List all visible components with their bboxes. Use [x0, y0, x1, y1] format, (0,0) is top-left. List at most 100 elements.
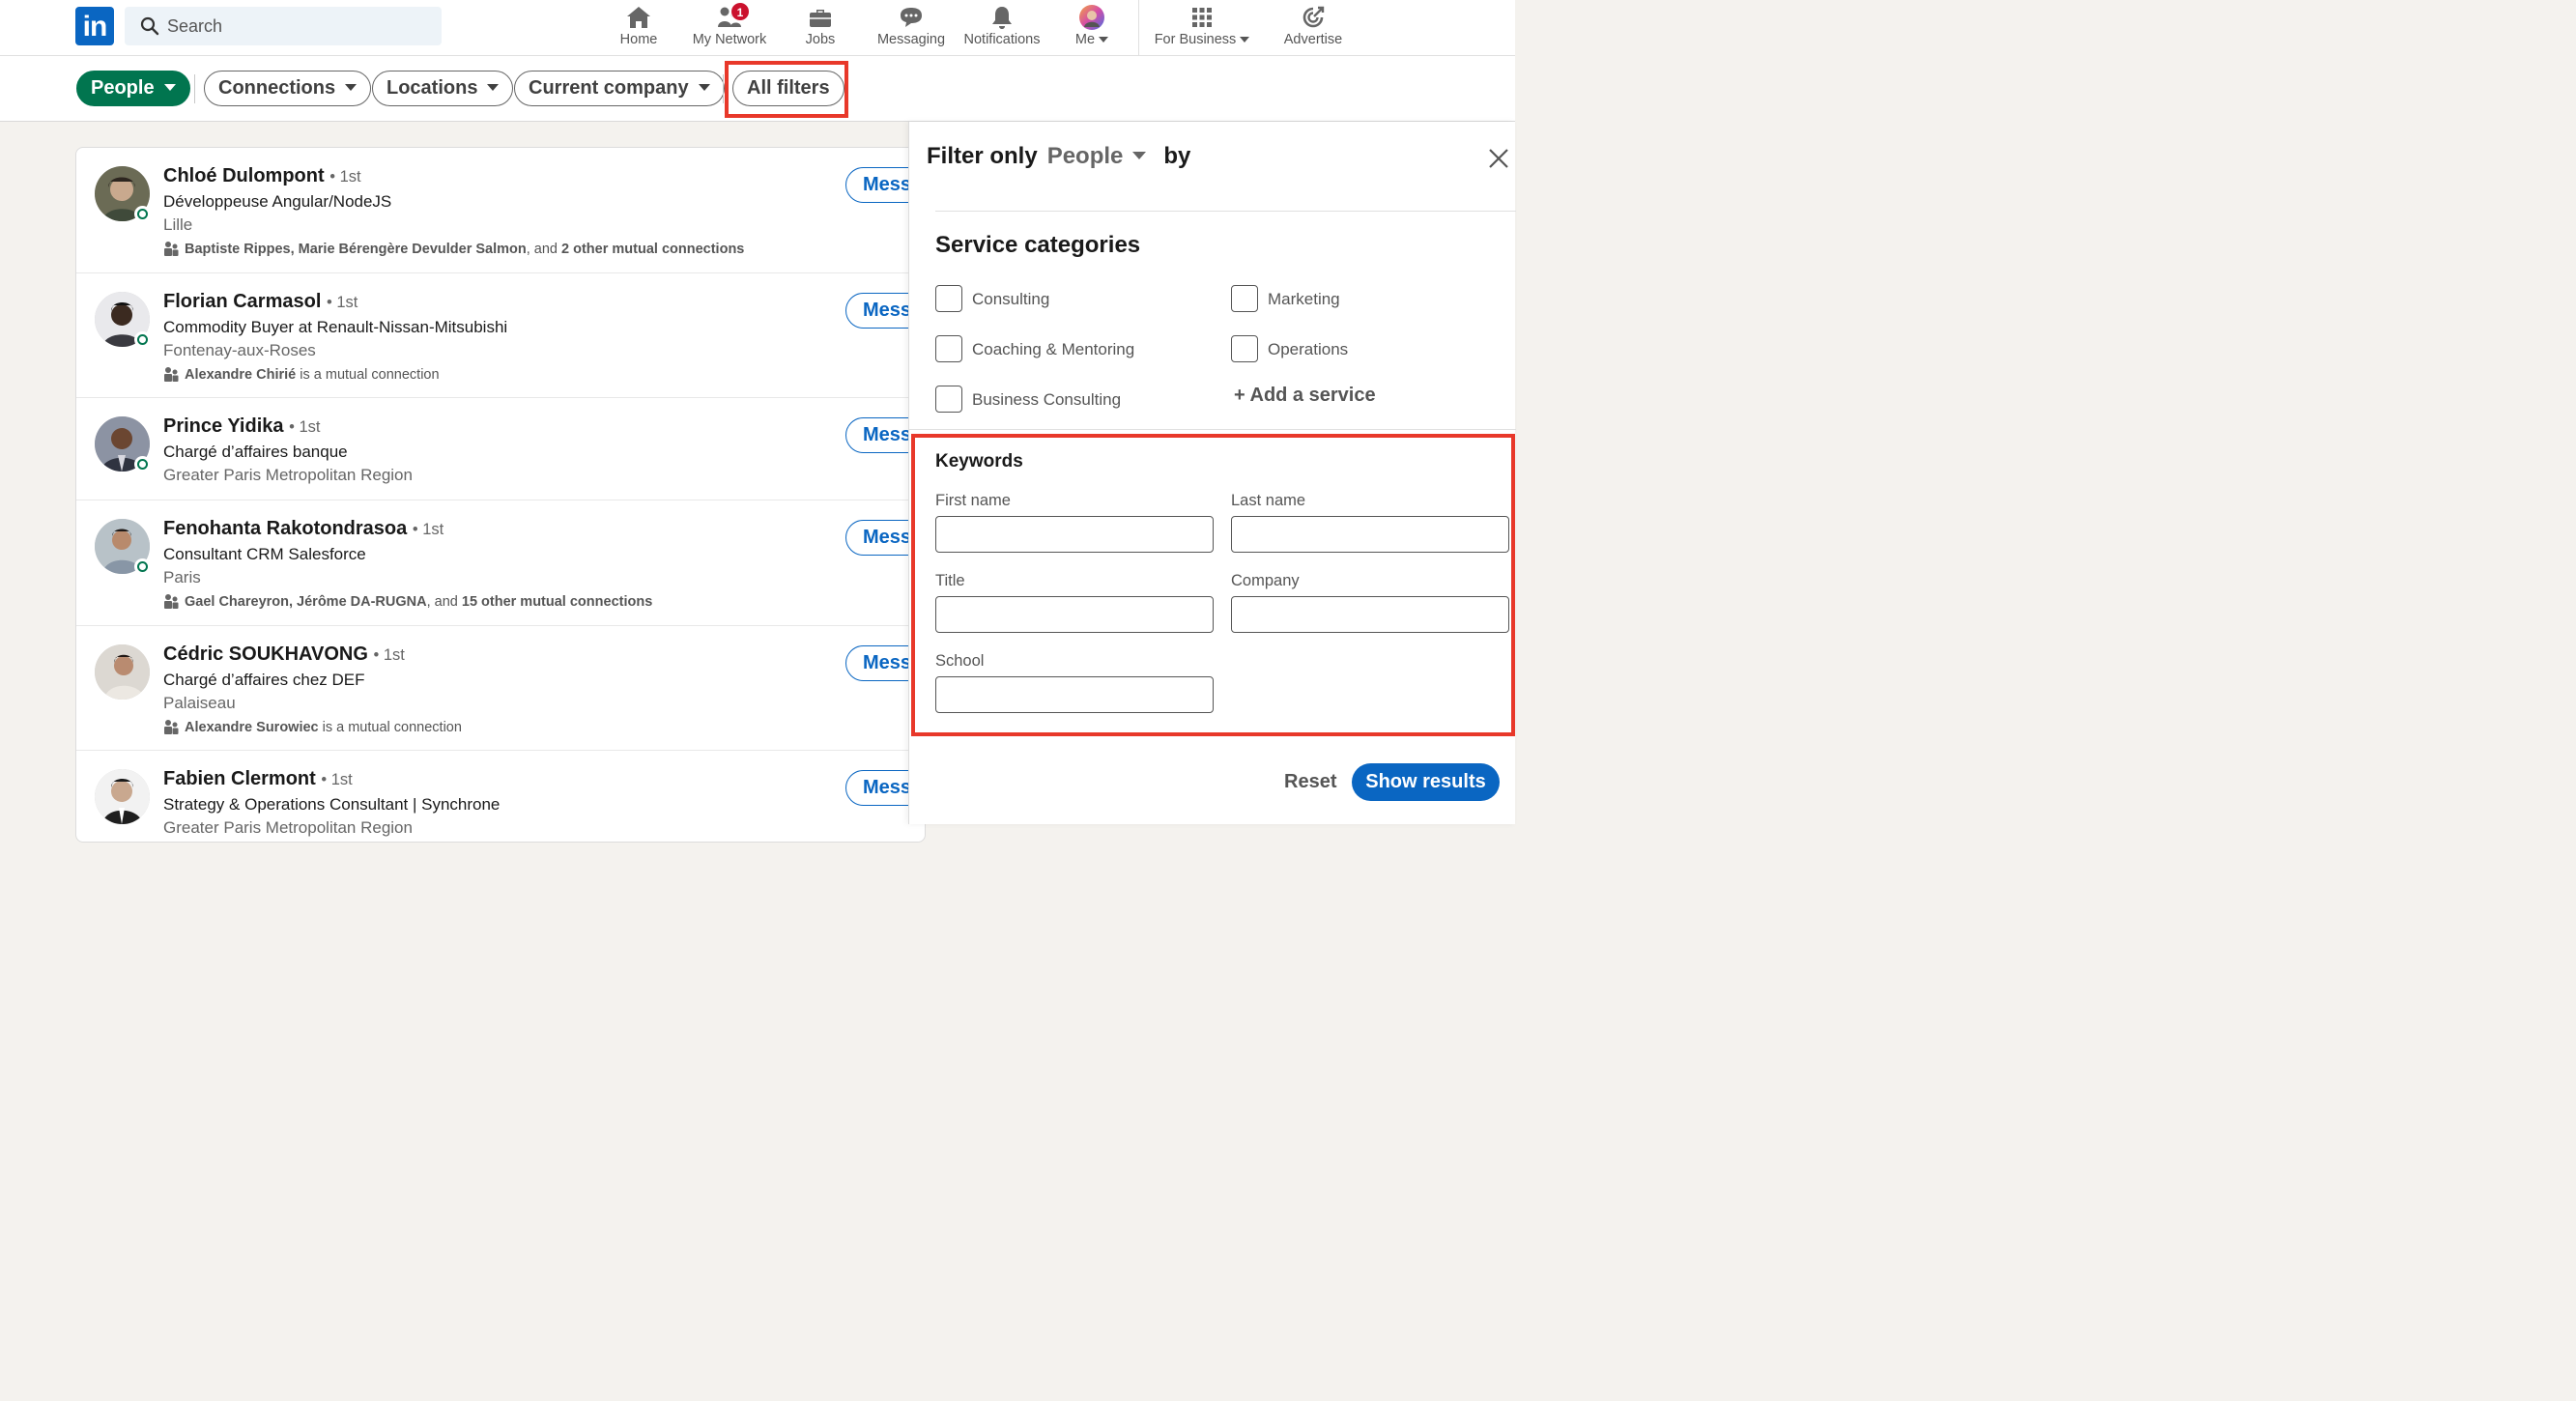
mutual-connections[interactable]: Alexandre Surowiec is a mutual connectio… — [163, 719, 462, 735]
person-location: Fontenay-aux-Roses — [163, 341, 316, 359]
person-location: Lille — [163, 215, 193, 234]
person-headline: Développeuse Angular/NodeJS — [163, 192, 392, 211]
locations-filter-pill[interactable]: Locations — [372, 71, 514, 106]
online-status-icon — [134, 558, 151, 575]
connection-degree: • 1st — [321, 771, 353, 788]
marketing-checkbox[interactable] — [1231, 285, 1258, 312]
chevron-down-icon — [1132, 151, 1147, 159]
person-name[interactable]: Prince Yidika — [163, 415, 284, 437]
mutual-connections[interactable]: Baptiste Rippes, Marie Bérengère Devulde… — [163, 241, 744, 257]
online-status-icon — [134, 456, 151, 472]
nav-for-business[interactable]: For Business — [1152, 4, 1252, 52]
nav-messaging[interactable]: Messaging — [873, 4, 949, 52]
nav-home[interactable]: Home — [615, 4, 663, 52]
top-navigation: in Home 1 My Network Jobs — [0, 0, 1515, 56]
people-filter-pill[interactable]: People — [76, 71, 190, 106]
by-label: by — [1163, 143, 1191, 169]
highlight-all-filters — [725, 61, 848, 118]
list-item[interactable]: Florian Carmasol • 1st Commodity Buyer a… — [76, 273, 942, 398]
reset-button[interactable]: Reset — [1284, 771, 1336, 793]
business-consulting-label[interactable]: Business Consulting — [972, 390, 1121, 410]
filter-only-label: Filter only — [927, 143, 1038, 169]
nav-divider — [1138, 0, 1139, 56]
nav-jobs[interactable]: Jobs — [798, 4, 843, 52]
marketing-label[interactable]: Marketing — [1268, 290, 1340, 309]
person-name[interactable]: Cédric SOUKHAVONG — [163, 643, 368, 665]
consulting-label[interactable]: Consulting — [972, 290, 1049, 309]
person-name[interactable]: Fabien Clermont — [163, 768, 316, 789]
search-input[interactable] — [167, 7, 428, 45]
linkedin-logo[interactable]: in — [75, 7, 114, 45]
mutual-connections-icon — [164, 242, 179, 256]
mutual-connections-icon — [164, 720, 179, 734]
consulting-checkbox[interactable] — [935, 285, 962, 312]
person-headline: Strategy & Operations Consultant | Synch… — [163, 795, 501, 814]
nav-jobs-label: Jobs — [805, 32, 836, 47]
coaching-label[interactable]: Coaching & Mentoring — [972, 340, 1134, 359]
add-service-button[interactable]: + Add a service — [1234, 385, 1376, 407]
person-location: Greater Paris Metropolitan Region — [163, 466, 413, 484]
connection-degree: • 1st — [289, 418, 321, 436]
operations-label[interactable]: Operations — [1268, 340, 1348, 359]
nav-home-label: Home — [619, 32, 658, 47]
service-categories-title: Service categories — [935, 232, 1141, 258]
person-name[interactable]: Chloé Dulompont — [163, 165, 325, 186]
nav-me[interactable]: Me — [1071, 4, 1113, 52]
nav-messaging-label: Messaging — [876, 32, 946, 47]
person-name[interactable]: Florian Carmasol — [163, 291, 321, 312]
operations-checkbox[interactable] — [1231, 335, 1258, 362]
divider — [935, 211, 1516, 212]
chevron-down-icon — [698, 83, 710, 91]
list-item[interactable]: Cédric SOUKHAVONG • 1st Chargé d’affaire… — [76, 626, 942, 751]
list-item[interactable]: Prince Yidika • 1st Chargé d’affaires ba… — [76, 398, 942, 500]
connection-degree: • 1st — [326, 294, 358, 311]
chevron-down-icon — [345, 83, 358, 91]
online-status-icon — [134, 331, 151, 348]
search-results-list: Chloé Dulompont • 1st Développeuse Angul… — [75, 147, 942, 843]
nav-me-label: Me — [1071, 32, 1113, 47]
list-item[interactable]: Chloé Dulompont • 1st Développeuse Angul… — [76, 148, 942, 273]
avatar[interactable] — [95, 644, 150, 700]
person-name[interactable]: Fenohanta Rakotondrasoa — [163, 518, 407, 539]
nav-notifications[interactable]: Notifications — [959, 4, 1045, 52]
avatar[interactable] — [95, 769, 150, 824]
person-headline: Chargé d’affaires chez DEF — [163, 671, 365, 689]
avatar — [1079, 5, 1104, 30]
connections-filter-pill[interactable]: Connections — [204, 71, 372, 106]
connection-degree: • 1st — [329, 168, 361, 186]
home-icon — [627, 7, 650, 28]
advertise-icon — [1302, 6, 1325, 28]
chevron-down-icon — [163, 83, 176, 91]
current-company-filter-pill[interactable]: Current company — [514, 71, 725, 106]
entity-type-dropdown[interactable]: People — [1047, 143, 1147, 169]
business-consulting-checkbox[interactable] — [935, 386, 962, 413]
list-item[interactable]: Fenohanta Rakotondrasoa • 1st Consultant… — [76, 500, 942, 626]
person-location: Greater Paris Metropolitan Region — [163, 818, 413, 837]
search-bar[interactable] — [125, 7, 442, 45]
list-item[interactable]: Fabien Clermont • 1st Strategy & Operati… — [76, 751, 942, 857]
mutual-connections[interactable]: Gael Chareyron, Jérôme DA-RUGNA, and 15 … — [163, 593, 652, 610]
chevron-down-icon — [1240, 37, 1250, 43]
nav-advertise[interactable]: Advertise — [1279, 4, 1347, 52]
bell-icon — [992, 7, 1012, 29]
nav-notifications-label: Notifications — [963, 32, 1041, 47]
connection-degree: • 1st — [412, 521, 444, 538]
filter-divider — [194, 74, 195, 103]
person-headline: Commodity Buyer at Renault-Nissan-Mitsub… — [163, 318, 508, 336]
close-icon[interactable] — [1487, 147, 1510, 170]
nav-for-business-label: For Business — [1152, 32, 1252, 47]
online-status-icon — [134, 206, 151, 222]
notification-badge: 1 — [730, 2, 750, 21]
coaching-checkbox[interactable] — [935, 335, 962, 362]
person-location: Palaiseau — [163, 694, 236, 712]
person-location: Paris — [163, 568, 201, 586]
connection-degree: • 1st — [373, 646, 405, 664]
show-results-button[interactable]: Show results — [1352, 763, 1500, 801]
nav-my-network[interactable]: 1 My Network — [687, 2, 772, 52]
filter-divider — [723, 74, 724, 103]
mutual-connections[interactable]: Alexandre Chirié is a mutual connection — [163, 366, 440, 383]
search-icon — [140, 16, 159, 36]
person-headline: Consultant CRM Salesforce — [163, 545, 366, 563]
briefcase-icon — [810, 10, 831, 27]
nav-my-network-label: My Network — [692, 32, 767, 47]
